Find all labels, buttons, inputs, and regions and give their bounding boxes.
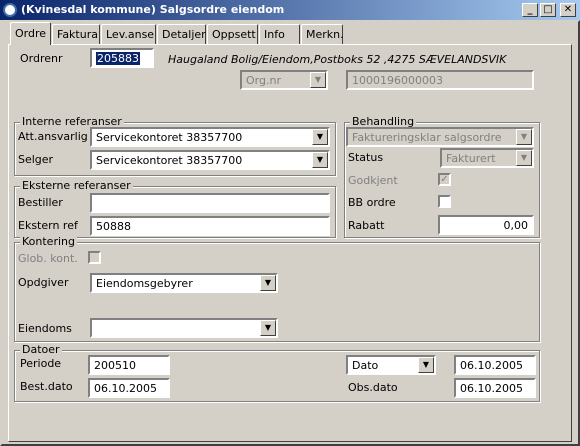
tab-lev-anse[interactable]: Lev.anse bbox=[101, 24, 156, 44]
glob-kont-checkbox bbox=[88, 251, 101, 264]
chevron-down-icon[interactable]: ▼ bbox=[312, 129, 328, 145]
att-ansvarlig-value: Servicekontoret 38357700 bbox=[96, 131, 243, 144]
ordrenr-value: 205883 bbox=[96, 52, 140, 65]
bestiller-field[interactable] bbox=[90, 193, 330, 213]
app-icon bbox=[3, 3, 17, 17]
opdgiver-label: Opdgiver bbox=[18, 276, 69, 289]
selger-label: Selger bbox=[18, 153, 54, 166]
eksterne-referanser-title: Eksterne referanser bbox=[20, 179, 133, 192]
bb-ordre-label: BB ordre bbox=[348, 196, 396, 209]
godkjent-checkbox: ✓ bbox=[438, 173, 451, 186]
tab-merkn[interactable]: Merkn. bbox=[301, 24, 344, 44]
periode-field[interactable]: 200510 bbox=[88, 355, 170, 375]
customer-address: Haugaland Bolig/Eiendom,Postboks 52 ,427… bbox=[168, 53, 507, 66]
eiendoms-label: Eiendoms bbox=[18, 322, 72, 335]
status-label: Status bbox=[348, 151, 384, 164]
chevron-down-icon[interactable]: ▼ bbox=[312, 152, 328, 168]
orgnr-field: 1000196000003 bbox=[346, 70, 534, 90]
chevron-down-icon[interactable]: ▼ bbox=[418, 357, 434, 373]
opdgiver-select[interactable]: Eiendomsgebyrer ▼ bbox=[90, 273, 278, 293]
tab-detaljer[interactable]: Detaljer bbox=[157, 24, 206, 44]
ekstern-ref-field[interactable]: 50888 bbox=[90, 216, 330, 236]
chevron-down-icon: ▼ bbox=[516, 129, 532, 145]
best-dato-label: Best.dato bbox=[20, 380, 73, 393]
att-ansvarlig-label: Att.ansvarlig bbox=[18, 130, 88, 143]
maximize-button[interactable]: □ bbox=[540, 3, 556, 17]
bestiller-label: Bestiller bbox=[18, 196, 63, 209]
tab-oppsett[interactable]: Oppsett bbox=[207, 24, 258, 44]
periode-label: Periode bbox=[20, 357, 62, 370]
dato-type-value: Dato bbox=[352, 359, 379, 372]
ekstern-ref-label: Ekstern ref bbox=[18, 219, 78, 232]
tab-info[interactable]: Info bbox=[259, 24, 300, 44]
orgnr-select: Org.nr ▼ bbox=[240, 70, 328, 90]
eiendoms-select[interactable]: ▼ bbox=[90, 318, 278, 338]
kontering-title: Kontering bbox=[20, 235, 77, 248]
status-select: Fakturert ▼ bbox=[440, 148, 534, 168]
chevron-down-icon: ▼ bbox=[310, 72, 326, 88]
window-title: (Kvinesdal kommune) Salgsordre eiendom bbox=[21, 3, 285, 16]
dato-type-select[interactable]: Dato ▼ bbox=[346, 355, 436, 375]
status-value: Fakturert bbox=[446, 152, 496, 165]
title-bar[interactable]: (Kvinesdal kommune) Salgsordre eiendom _… bbox=[0, 0, 580, 20]
status-type-select: Faktureringsklar salgsordre ▼ bbox=[346, 127, 534, 147]
dato-field[interactable]: 06.10.2005 bbox=[454, 355, 536, 375]
rabatt-label: Rabatt bbox=[348, 219, 385, 232]
tab-faktura[interactable]: Faktura bbox=[52, 24, 100, 44]
close-button[interactable]: ✕ bbox=[560, 3, 576, 17]
chevron-down-icon[interactable]: ▼ bbox=[260, 320, 276, 336]
chevron-down-icon: ▼ bbox=[516, 150, 532, 166]
rabatt-field[interactable]: 0,00 bbox=[438, 215, 534, 235]
ordrenr-field[interactable]: 205883 bbox=[90, 48, 154, 68]
minimize-button[interactable]: _ bbox=[522, 3, 538, 17]
chevron-down-icon[interactable]: ▼ bbox=[260, 275, 276, 291]
status-type-value: Faktureringsklar salgsordre bbox=[352, 131, 502, 144]
obs-dato-field[interactable]: 06.10.2005 bbox=[454, 378, 536, 398]
att-ansvarlig-select[interactable]: Servicekontoret 38357700 ▼ bbox=[90, 127, 330, 147]
opdgiver-value: Eiendomsgebyrer bbox=[96, 277, 193, 290]
datoer-title: Datoer bbox=[20, 343, 62, 356]
selger-value: Servicekontoret 38357700 bbox=[96, 154, 243, 167]
selger-select[interactable]: Servicekontoret 38357700 ▼ bbox=[90, 150, 330, 170]
ordrenr-label: Ordrenr bbox=[20, 52, 63, 65]
glob-kont-label: Glob. kont. bbox=[18, 252, 78, 265]
bb-ordre-checkbox[interactable] bbox=[438, 195, 451, 208]
best-dato-field[interactable]: 06.10.2005 bbox=[88, 378, 170, 398]
godkjent-label: Godkjent bbox=[348, 174, 398, 187]
orgnr-select-value: Org.nr bbox=[246, 74, 281, 87]
tab-ordre[interactable]: Ordre bbox=[10, 22, 51, 45]
obs-dato-label: Obs.dato bbox=[348, 381, 398, 394]
